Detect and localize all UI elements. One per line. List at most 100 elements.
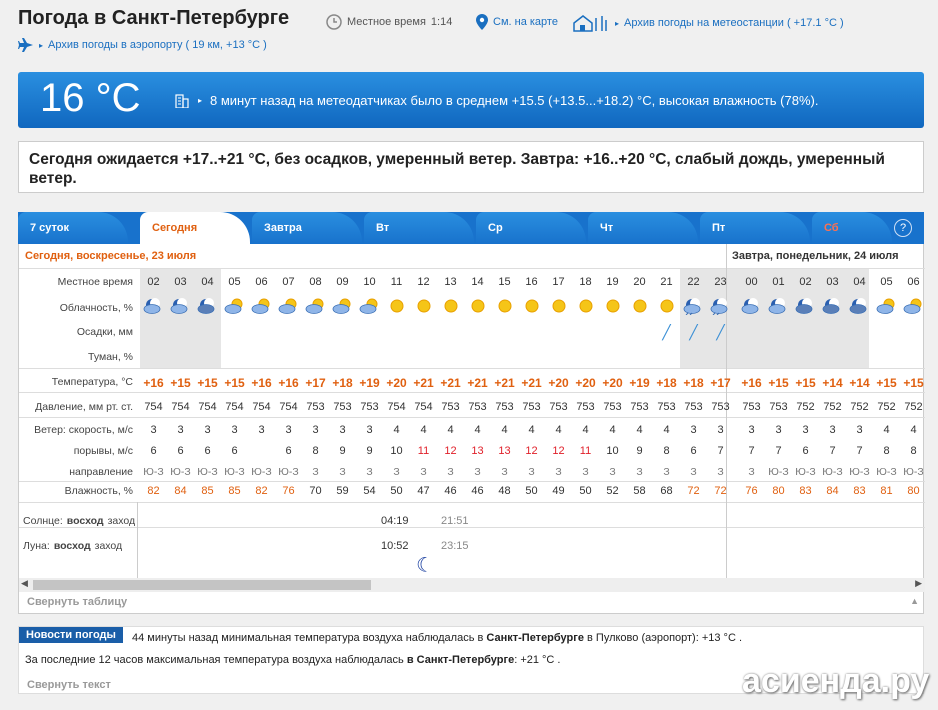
scrollbar-thumb[interactable]: [33, 580, 371, 590]
humidity-cell: 47: [417, 485, 430, 497]
forecast-table: Свернуть таблицу Сегодня, воскресенье, 2…: [18, 244, 925, 614]
pressure-cell: 753: [468, 401, 487, 413]
cloud-icon: [464, 297, 491, 315]
tab-0[interactable]: 7 суток: [18, 212, 128, 244]
page-title: Погода в Санкт-Петербурге: [18, 7, 290, 29]
hour-cell: 05: [880, 276, 893, 288]
scroll-left-icon[interactable]: ◀: [21, 578, 28, 589]
humidity-cell: 50: [525, 485, 538, 497]
cloud-icon: [599, 297, 626, 315]
moon-rise-label: восход: [53, 540, 91, 552]
archive-station-link[interactable]: ▸ Архив погоды на метеостанции ( +17.1 °…: [572, 14, 844, 32]
gust-cell: 13: [471, 445, 484, 457]
gust-cell: 6: [690, 445, 697, 457]
temperature-cell: +19: [629, 376, 650, 390]
tab-2[interactable]: Завтра: [252, 212, 362, 244]
humidity-cell: 82: [255, 485, 268, 497]
humidity-cell: 49: [552, 485, 565, 497]
label-sun: Солнце: восход заход: [23, 515, 141, 527]
gust-cell: 8: [663, 445, 670, 457]
archive-station-text[interactable]: Архив погоды на метеостанции ( +17.1 °C …: [624, 17, 844, 29]
direction-cell: З: [474, 466, 481, 478]
rain-drop-icon: ╱: [662, 324, 671, 340]
tab-5[interactable]: Чт: [588, 212, 698, 244]
wind-cell: 4: [609, 424, 616, 436]
wind-cell: 4: [474, 424, 481, 436]
direction-cell: З: [393, 466, 400, 478]
gust-cell: 8: [910, 445, 917, 457]
tab-6[interactable]: Пт: [700, 212, 810, 244]
gust-cell: 6: [231, 445, 238, 457]
news-line-1-text: 44 минуты назад минимальная температура …: [132, 632, 487, 644]
tab-7[interactable]: Сб: [812, 212, 892, 244]
hour-cell: 06: [907, 276, 920, 288]
cloud-icon: [329, 297, 356, 315]
gust-cell: 10: [390, 445, 403, 457]
local-time: Местное время 1:14: [326, 14, 452, 30]
hour-cell: 22: [687, 276, 700, 288]
wind-cell: 4: [582, 424, 589, 436]
direction-cell: З: [339, 466, 346, 478]
direction-cell: Ю-З: [251, 466, 272, 478]
cloud-icon: [626, 297, 653, 315]
hour-cell: 21: [660, 276, 673, 288]
wind-cell: 3: [829, 424, 836, 436]
label-direction: направление: [69, 466, 133, 478]
direction-cell: З: [717, 466, 724, 478]
archive-airport-text[interactable]: Архив погоды в аэропорту ( 19 км, +13 °C…: [48, 39, 267, 51]
temperature-cell: +15: [903, 376, 924, 390]
wind-cell: 4: [910, 424, 917, 436]
help-icon[interactable]: ?: [894, 219, 912, 237]
arrow-right-icon: ▸: [615, 18, 620, 28]
day-header-today: Сегодня, воскресенье, 23 июля: [25, 250, 197, 262]
temperature-cell: +21: [413, 376, 434, 390]
wind-cell: 3: [366, 424, 373, 436]
hour-cell: 06: [255, 276, 268, 288]
humidity-cell: 59: [336, 485, 349, 497]
wind-cell: 4: [393, 424, 400, 436]
gust-cell: 12: [444, 445, 457, 457]
gust-cell: 6: [177, 445, 184, 457]
tab-4[interactable]: Ср: [476, 212, 586, 244]
collapse-text-link[interactable]: Свернуть текст: [27, 679, 111, 691]
hour-cell: 10: [363, 276, 376, 288]
humidity-cell: 76: [745, 485, 758, 497]
cloud-icon: [383, 297, 410, 315]
pressure-cell: 753: [306, 401, 325, 413]
map-link[interactable]: См. на карте: [476, 14, 558, 30]
horizontal-scrollbar[interactable]: ◀ ▶: [19, 578, 925, 592]
scroll-right-icon[interactable]: ▶: [915, 578, 922, 589]
hour-cell: 15: [498, 276, 511, 288]
archive-airport-link[interactable]: ▸ Архив погоды в аэропорту ( 19 км, +13 …: [18, 38, 267, 52]
temperature-cell: +14: [822, 376, 843, 390]
news-line-2-end: : +21 °C .: [514, 654, 561, 666]
tab-3[interactable]: Вт: [364, 212, 474, 244]
humidity-cell: 70: [309, 485, 322, 497]
gust-cell: 11: [579, 445, 592, 457]
wind-cell: 3: [690, 424, 697, 436]
gust-cell: 13: [498, 445, 511, 457]
humidity-cell: 50: [579, 485, 592, 497]
temperature-cell: +20: [602, 376, 623, 390]
map-pin-icon: [476, 14, 488, 30]
pressure-cell: 752: [823, 401, 842, 413]
pressure-cell: 752: [877, 401, 896, 413]
wind-cell: 3: [258, 424, 265, 436]
news-line-1-city: Санкт-Петербурге: [486, 632, 584, 644]
direction-cell: Ю-З: [849, 466, 870, 478]
humidity-cell: 81: [880, 485, 893, 497]
cloud-icon: [680, 297, 707, 315]
tab-1[interactable]: Сегодня: [140, 212, 250, 244]
hour-cell: 20: [633, 276, 646, 288]
wind-cell: 3: [204, 424, 211, 436]
temperature-cell: +21: [521, 376, 542, 390]
pressure-cell: 753: [711, 401, 730, 413]
collapse-table-link[interactable]: Свернуть таблицу: [27, 596, 127, 608]
hour-cell: 14: [471, 276, 484, 288]
collapse-up-icon[interactable]: ▲: [910, 596, 919, 606]
label-time: Местное время: [57, 276, 133, 288]
temperature-cell: +21: [440, 376, 461, 390]
map-link-text[interactable]: См. на карте: [493, 16, 558, 28]
hour-cell: 11: [390, 276, 403, 288]
gust-cell: 8: [312, 445, 319, 457]
